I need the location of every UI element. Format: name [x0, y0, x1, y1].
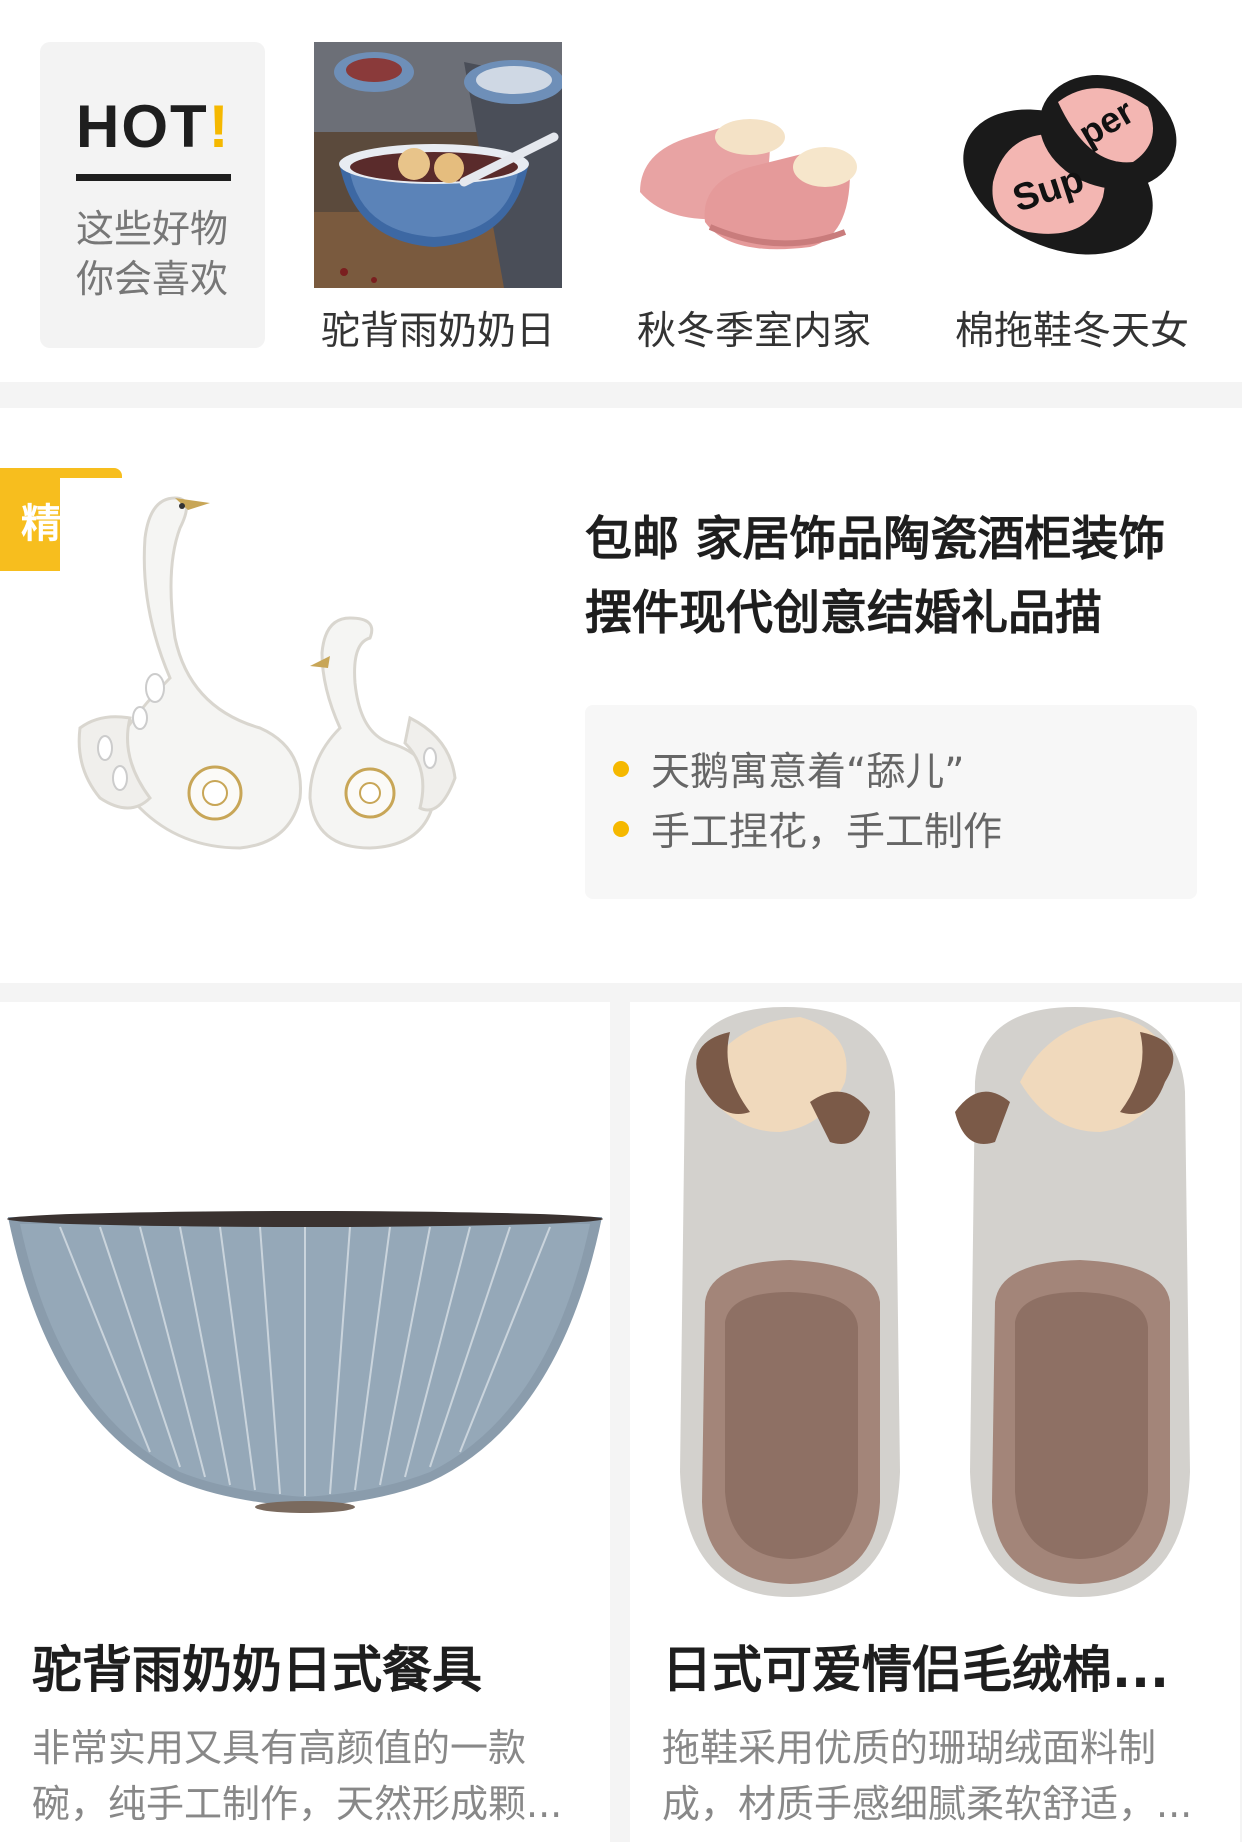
hot-item-label: 秋冬季室内家: [636, 309, 871, 354]
featured-point: 手工捏花，手工制作: [613, 799, 1197, 859]
product-title[interactable]: 日式可爱情侣毛绒棉...: [662, 1630, 1222, 1702]
bowl-soup-image: [314, 42, 562, 288]
hot-subtitle-line2: 你会喜欢: [76, 257, 229, 301]
hedgehog-slipper-image: [630, 1002, 1240, 1602]
hot-item-label: 驼背雨奶奶日: [320, 309, 555, 354]
bullet-dot-icon: [613, 761, 629, 777]
hot-item-label: 棉拖鞋冬天女: [954, 309, 1189, 354]
featured-title[interactable]: 包邮 家居饰品陶瓷酒柜装饰摆件现代创意结婚礼品描: [585, 503, 1205, 651]
featured-point-text: 手工捏花，手工制作: [651, 810, 1003, 855]
featured-section[interactable]: 精选 包邮 家居饰品陶瓷酒柜装饰摆件现代创意结婚礼品描 天鹅寓意着“舔儿” 手工…: [0, 408, 1242, 983]
featured-point-text: 天鹅寓意着“舔儿”: [651, 750, 965, 795]
hot-card[interactable]: HOT! 这些好物 你会喜欢: [40, 42, 265, 348]
white-swan-ornament-image: [60, 478, 520, 918]
hot-subtitle-line1: 这些好物: [76, 207, 229, 251]
pink-slipper-image: [630, 42, 878, 288]
product-title[interactable]: 驼背雨奶奶日式餐具: [32, 1630, 592, 1702]
bullet-dot-icon: [613, 821, 629, 837]
hot-underline: [76, 174, 231, 181]
hot-section: HOT! 这些好物 你会喜欢 驼背雨奶奶日 秋冬季室内家 Sup per 棉拖鞋…: [0, 0, 1242, 382]
product-desc: 拖鞋采用优质的珊瑚绒面料制成，材质手感细腻柔软舒适，...: [662, 1726, 1193, 1826]
featured-point: 天鹅寓意着“舔儿”: [613, 739, 1197, 799]
blue-ceramic-bowl-image: [0, 1002, 610, 1602]
hot-title: HOT!: [76, 92, 231, 161]
featured-points: 天鹅寓意着“舔儿” 手工捏花，手工制作: [585, 705, 1197, 899]
hot-subtitle: 这些好物 你会喜欢: [76, 204, 256, 304]
hot-item-2[interactable]: 秋冬季室内家: [630, 42, 878, 354]
hot-item-1[interactable]: 驼背雨奶奶日: [314, 42, 562, 354]
supper-slipper-image: Sup per: [948, 42, 1196, 288]
hot-item-3[interactable]: Sup per 棉拖鞋冬天女: [948, 42, 1196, 354]
product-card-bowl[interactable]: 驼背雨奶奶日式餐具 非常实用又具有高颜值的一款碗，纯手工制作，天然形成颗...: [0, 1002, 610, 1842]
hot-title-bang: !: [208, 93, 231, 160]
product-card-slipper[interactable]: 日式可爱情侣毛绒棉... 拖鞋采用优质的珊瑚绒面料制成，材质手感细腻柔软舒适，.…: [630, 1002, 1240, 1842]
hot-title-text: HOT: [76, 93, 209, 160]
product-desc: 非常实用又具有高颜值的一款碗，纯手工制作，天然形成颗...: [32, 1726, 563, 1826]
